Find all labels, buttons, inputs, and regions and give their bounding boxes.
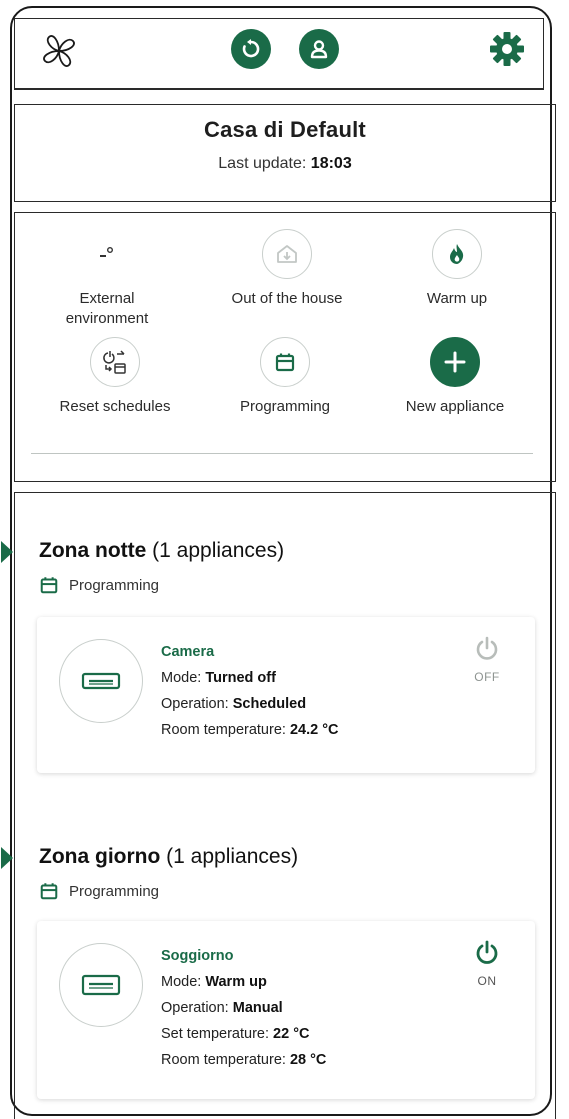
power-icon: [476, 940, 498, 964]
room-temp-value: 24.2 °C: [289, 722, 339, 738]
house-card: Casa di Default Last update: 18:03: [14, 104, 556, 202]
outside-temperature-icon: [82, 229, 132, 279]
plus-icon: [430, 337, 480, 387]
last-update-label: Last update:: [218, 155, 307, 172]
operation-label: Operation:: [161, 1000, 229, 1016]
user-button[interactable]: [299, 29, 339, 69]
power-icon: [476, 636, 498, 660]
zones-list: Zona notte (1 appliances) Programming Ca…: [1, 492, 556, 1119]
action-label-2: environment: [65, 310, 149, 327]
house-name: Casa di Default: [204, 117, 366, 142]
divider: [31, 453, 533, 454]
zone-mode-label: Programming: [69, 882, 160, 900]
last-update: Last update: 18:03: [15, 155, 555, 173]
device-card[interactable]: Soggiorno Mode: Warm up Operation: Manua…: [37, 921, 535, 1099]
user-icon: [310, 40, 328, 59]
zone-mode-label: Programming: [69, 576, 160, 594]
calendar-icon: [40, 883, 58, 900]
action-programming[interactable]: Programming: [205, 337, 365, 417]
flame-icon: [432, 229, 482, 279]
power-state: OFF: [474, 670, 500, 684]
action-label: New appliance: [405, 398, 505, 415]
room-temp-value: 28 °C: [289, 1052, 327, 1068]
zone-marker: [1, 847, 13, 869]
mode-label: Mode:: [161, 670, 202, 686]
action-reset-schedules[interactable]: Reset schedules: [35, 337, 195, 417]
room-temp-label: Room temperature:: [161, 1052, 286, 1068]
power-toggle[interactable]: OFF: [467, 635, 507, 684]
action-label: Reset schedules: [59, 398, 171, 415]
action-label: External: [79, 290, 135, 307]
zone-title[interactable]: Zona notte (1 appliances): [39, 539, 284, 563]
zone-mode: Programming: [39, 881, 159, 901]
mode-value: Warm up: [205, 974, 267, 990]
action-out-of-the-house[interactable]: Out of the house: [207, 229, 367, 309]
power-state: ON: [477, 974, 497, 988]
power-toggle[interactable]: ON: [467, 939, 507, 988]
action-new-appliance[interactable]: New appliance: [375, 337, 535, 417]
set-temp-label: Set temperature:: [161, 1026, 269, 1042]
action-label: Programming: [239, 398, 331, 415]
refresh-button[interactable]: [231, 29, 271, 69]
device-info: Camera Mode: Turned off Operation: Sched…: [161, 639, 338, 743]
zone-name: Zona notte: [39, 539, 147, 562]
operation-label: Operation:: [161, 696, 229, 712]
action-label: Out of the house: [231, 290, 343, 307]
refresh-icon: [242, 39, 260, 58]
mode-label: Mode:: [161, 974, 202, 990]
operation-value: Scheduled: [232, 696, 307, 712]
zone-count: (1 appliances): [152, 539, 285, 562]
zone-marker: [1, 541, 13, 563]
house-away-icon: [262, 229, 312, 279]
reset-schedule-icon: [90, 337, 140, 387]
last-update-time: 18:03: [310, 155, 352, 172]
device-info: Soggiorno Mode: Warm up Operation: Manua…: [161, 943, 326, 1073]
zone-name: Zona giorno: [39, 845, 161, 868]
fan-logo-icon[interactable]: [39, 31, 79, 71]
device-card[interactable]: Camera Mode: Turned off Operation: Sched…: [37, 617, 535, 773]
set-temp-value: 22 °C: [273, 1026, 310, 1042]
air-conditioner-icon: [59, 943, 143, 1027]
calendar-icon: [40, 577, 58, 594]
action-warm-up[interactable]: Warm up: [377, 229, 537, 309]
zone-count: (1 appliances): [166, 845, 299, 868]
gear-icon[interactable]: [487, 29, 527, 69]
mode-value: Turned off: [205, 670, 276, 686]
action-label: Warm up: [426, 290, 488, 307]
zone-title[interactable]: Zona giorno (1 appliances): [39, 845, 298, 869]
zone-mode: Programming: [39, 575, 159, 595]
room-temp-label: Room temperature:: [161, 722, 286, 738]
top-bar: [14, 18, 544, 90]
calendar-icon: [260, 337, 310, 387]
operation-value: Manual: [232, 1000, 283, 1016]
device-name[interactable]: Camera: [161, 639, 338, 665]
action-external-environment[interactable]: External environment: [27, 229, 187, 329]
quick-actions: External environment Out of the house Wa…: [14, 212, 556, 482]
air-conditioner-icon: [59, 639, 143, 723]
device-name[interactable]: Soggiorno: [161, 943, 326, 969]
